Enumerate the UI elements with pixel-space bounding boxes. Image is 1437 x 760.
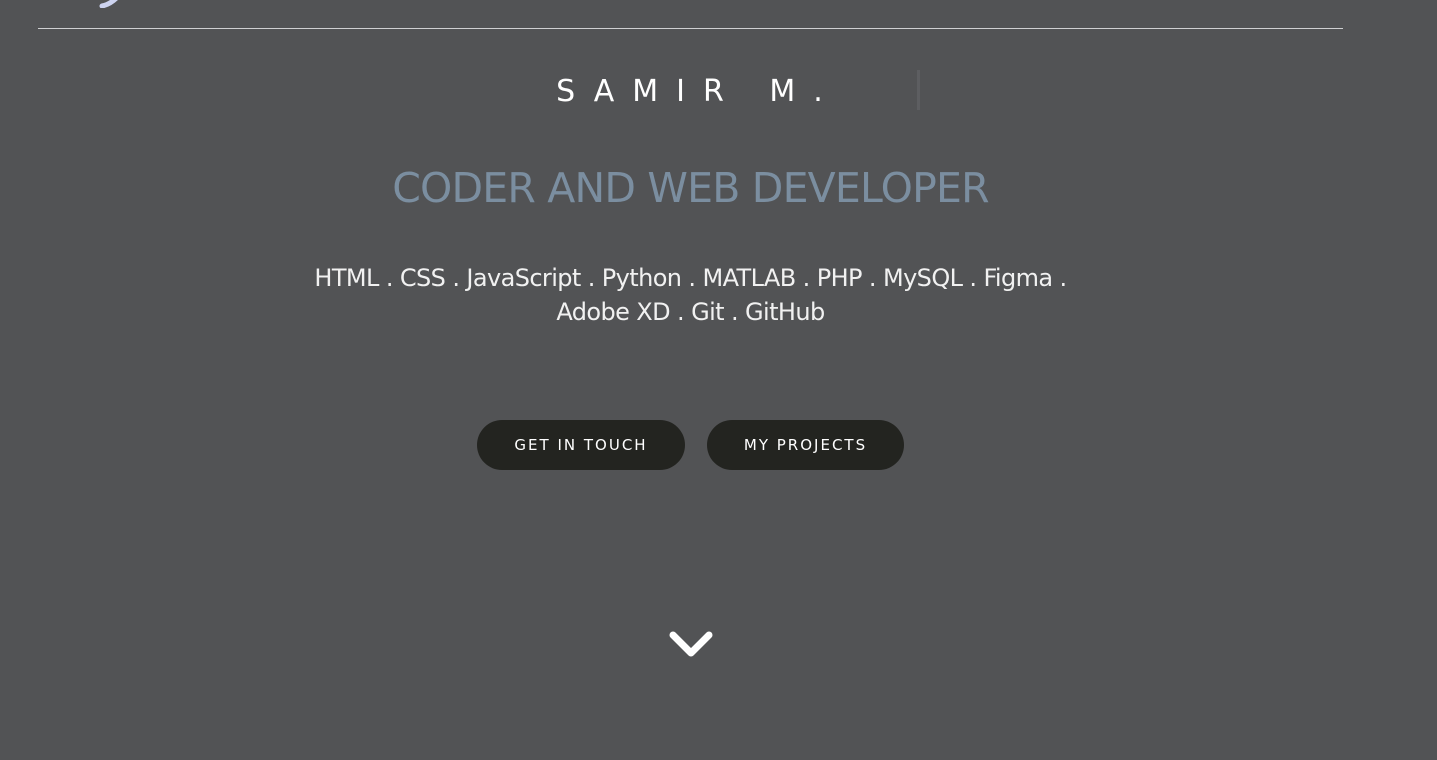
header-divider — [38, 28, 1343, 29]
hero-section: SAMIR M. CODER AND WEB DEVELOPER HTML . … — [0, 0, 1437, 760]
chevron-down-icon[interactable] — [666, 628, 716, 664]
cta-buttons: GET IN TOUCH MY PROJECTS — [477, 420, 907, 470]
skills-list: HTML . CSS . JavaScript . Python . MATLA… — [295, 261, 1086, 329]
hero-name: SAMIR M. — [0, 72, 1381, 112]
typing-cursor — [917, 70, 920, 110]
skills-line-1: HTML . CSS . JavaScript . Python . MATLA… — [314, 264, 1067, 292]
logo-icon[interactable] — [98, 0, 128, 8]
my-projects-button[interactable]: MY PROJECTS — [707, 420, 904, 470]
skills-line-2: Adobe XD . Git . GitHub — [556, 298, 825, 326]
hero-role-title: CODER AND WEB DEVELOPER — [392, 164, 989, 212]
get-in-touch-button[interactable]: GET IN TOUCH — [477, 420, 685, 470]
hero-name-text: SAMIR M. — [556, 74, 841, 109]
